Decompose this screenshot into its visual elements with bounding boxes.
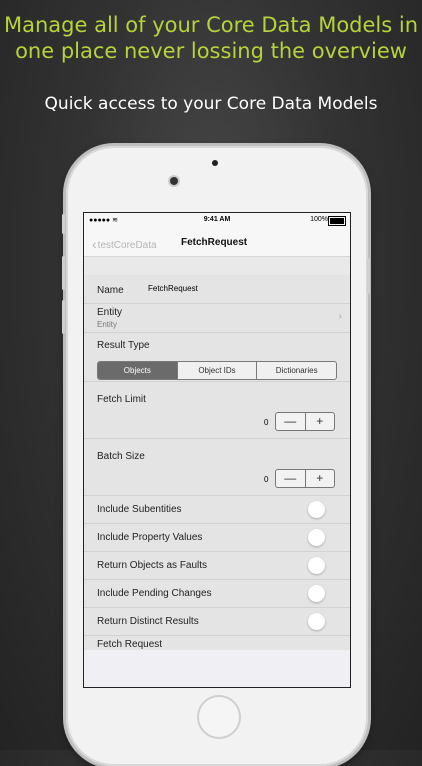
batch-size-label: Batch Size [97, 451, 145, 462]
nav-title: FetchRequest [181, 237, 248, 248]
include-property-values-row: Include Property Values [84, 524, 350, 552]
fetch-limit-value: 0 [264, 418, 269, 427]
result-type-segmented-control: Objects Object IDs Dictionaries [97, 361, 337, 380]
promo-headline-line1: Manage all of your Core Data Models in [3, 13, 419, 37]
include-pending-changes-row: Include Pending Changes [84, 580, 350, 608]
promo-headline-line2: one place never lossing the overview [15, 39, 407, 63]
segment-objects[interactable]: Objects [98, 362, 178, 379]
back-button-label: testCoreData [97, 240, 157, 251]
entity-label: Entity [97, 307, 123, 318]
batch-size-decrement-button[interactable]: — [276, 470, 306, 487]
navigation-bar: ‹testCoreData FetchRequest [84, 228, 350, 257]
status-bar: ●●●●● ≋ 9:41 AM 100% [84, 213, 350, 228]
return-distinct-results-toggle[interactable] [308, 613, 325, 630]
fetch-request-row: Fetch Request [84, 636, 350, 650]
fetch-limit-increment-button[interactable]: + [306, 413, 335, 430]
phone-frame: ●●●●● ≋ 9:41 AM 100% ‹testCoreData Fetch… [62, 146, 370, 766]
include-pending-changes-label: Include Pending Changes [97, 588, 212, 599]
back-button[interactable]: ‹testCoreData [92, 235, 157, 252]
proximity-sensor [212, 160, 218, 166]
return-distinct-results-label: Return Distinct Results [97, 616, 199, 627]
fetch-limit-label: Fetch Limit [97, 394, 146, 405]
include-subentities-row: Include Subentities [84, 496, 350, 524]
include-property-values-toggle[interactable] [308, 529, 325, 546]
home-button[interactable] [197, 695, 241, 739]
mute-switch [62, 214, 65, 234]
include-property-values-label: Include Property Values [97, 532, 203, 543]
battery-percent: 100% [310, 216, 328, 223]
include-pending-changes-toggle[interactable] [308, 585, 325, 602]
phone-screen: ●●●●● ≋ 9:41 AM 100% ‹testCoreData Fetch… [83, 212, 351, 688]
section-spacer [84, 257, 350, 275]
include-subentities-label: Include Subentities [97, 504, 182, 515]
name-label: Name [97, 285, 124, 296]
fetch-limit-stepper: — + [275, 412, 335, 431]
volume-down-button [62, 300, 65, 334]
name-field[interactable]: FetchRequest [148, 284, 198, 293]
batch-size-increment-button[interactable]: + [306, 470, 335, 487]
include-subentities-toggle[interactable] [308, 501, 325, 518]
volume-up-button [62, 256, 65, 290]
segment-dictionaries[interactable]: Dictionaries [257, 362, 336, 379]
name-row: Name FetchRequest [84, 275, 350, 304]
chevron-left-icon: ‹ [92, 236, 97, 252]
return-objects-as-faults-toggle[interactable] [308, 557, 325, 574]
return-objects-as-faults-row: Return Objects as Faults [84, 552, 350, 580]
return-objects-as-faults-label: Return Objects as Faults [97, 560, 208, 571]
power-button [367, 258, 370, 294]
battery-icon [328, 216, 346, 226]
promo-subheadline: Quick access to your Core Data Models [44, 94, 378, 114]
fetch-limit-decrement-button[interactable]: — [276, 413, 306, 430]
batch-size-row: Batch Size 0 — + [84, 439, 350, 496]
fetch-limit-row: Fetch Limit 0 — + [84, 382, 350, 439]
result-type-row: Result Type Objects Object IDs Dictionar… [84, 333, 350, 382]
return-distinct-results-row: Return Distinct Results [84, 608, 350, 636]
result-type-label: Result Type [97, 340, 150, 351]
segment-object-ids[interactable]: Object IDs [178, 362, 258, 379]
entity-row[interactable]: Entity Entity › [84, 304, 350, 333]
front-camera [170, 177, 178, 185]
chevron-right-icon: › [338, 311, 342, 322]
fetch-request-form: Name FetchRequest Entity Entity › Result… [84, 275, 350, 650]
batch-size-stepper: — + [275, 469, 335, 488]
fetch-request-label: Fetch Request [97, 639, 163, 650]
entity-value: Entity [97, 320, 118, 329]
promo-headline: Manage all of your Core Data Models in o… [0, 12, 422, 64]
batch-size-value: 0 [264, 475, 269, 484]
